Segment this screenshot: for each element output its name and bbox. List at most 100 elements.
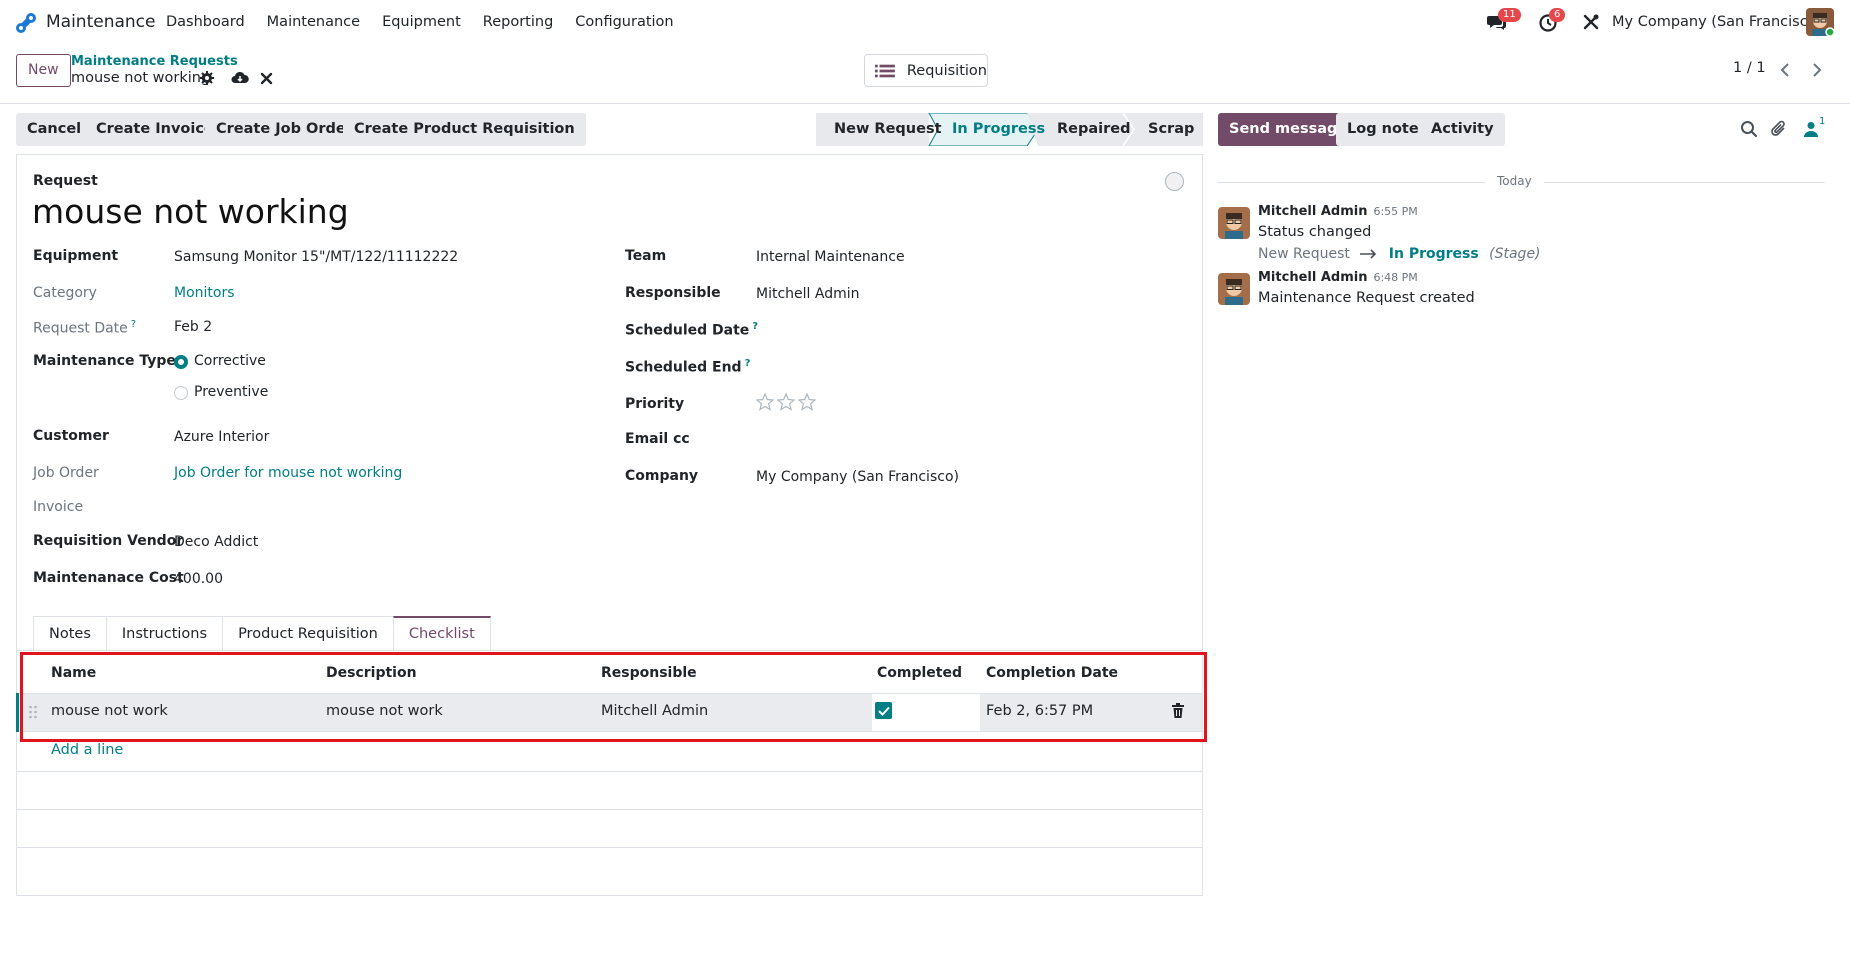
request-title-field[interactable]: mouse not working: [32, 192, 349, 231]
stage-new-request[interactable]: New Request: [834, 121, 942, 137]
scheduled-end-help-icon[interactable]: ?: [745, 358, 751, 369]
message-author[interactable]: Mitchell Admin 6:55 PM: [1258, 204, 1418, 219]
chevron-left-icon: [1780, 63, 1789, 77]
pager-value[interactable]: 1 / 1: [1733, 60, 1766, 76]
tabs-divider: [16, 650, 1203, 651]
menu-configuration[interactable]: Configuration: [575, 14, 673, 30]
request-date-help-icon[interactable]: ?: [131, 319, 136, 330]
date-separator-label: Today: [1485, 174, 1544, 188]
top-navbar: Maintenance Dashboard Maintenance Equipm…: [0, 0, 1850, 46]
maintenance-cost-field[interactable]: 400.00: [174, 571, 223, 587]
message-author[interactable]: Mitchell Admin 6:48 PM: [1258, 270, 1418, 285]
new-button[interactable]: New: [16, 54, 71, 87]
message-time: 6:48 PM: [1373, 271, 1418, 284]
equipment-field[interactable]: Samsung Monitor 15"/MT/122/11112222: [174, 249, 458, 265]
priority-label: Priority: [625, 396, 685, 412]
kanban-state-toggle[interactable]: [1165, 172, 1184, 191]
save-cloud-icon[interactable]: [231, 70, 249, 86]
tab-instructions[interactable]: Instructions: [105, 616, 224, 650]
menu-reporting[interactable]: Reporting: [483, 14, 554, 30]
request-caption: Request: [33, 173, 98, 189]
requisition-vendor-label: Requisition Vendor: [33, 533, 184, 549]
scheduled-date-label-text: Scheduled Date: [625, 322, 750, 339]
gear-icon[interactable]: [199, 70, 215, 86]
priority-star-2-icon[interactable]: [777, 393, 795, 411]
job-order-link[interactable]: Job Order for mouse not working: [174, 465, 402, 481]
discard-close-icon[interactable]: [260, 70, 273, 86]
tab-notes[interactable]: Notes: [33, 616, 107, 650]
company-field[interactable]: My Company (San Francisco): [756, 469, 959, 485]
job-order-label: Job Order: [33, 465, 99, 481]
activities-badge: 6: [1549, 8, 1566, 22]
customer-field[interactable]: Azure Interior: [174, 429, 269, 445]
company-label: Company: [625, 468, 699, 484]
priority-star-3-icon[interactable]: [798, 393, 816, 411]
team-label: Team: [625, 248, 667, 264]
search-icon[interactable]: [1740, 120, 1758, 138]
paperclip-icon[interactable]: [1770, 120, 1788, 138]
log-note-button[interactable]: Log note: [1336, 113, 1430, 146]
priority-stars: [756, 393, 816, 411]
request-date-field[interactable]: Feb 2: [174, 319, 212, 335]
request-date-label: Request Date?: [33, 319, 136, 337]
author-avatar-face-icon: [1218, 207, 1250, 239]
add-a-line-link[interactable]: Add a line: [51, 742, 123, 758]
followers-button[interactable]: 1: [1802, 116, 1832, 138]
messages-badge: 11: [1498, 8, 1521, 22]
menu-dashboard[interactable]: Dashboard: [166, 14, 245, 30]
message-author-name[interactable]: Mitchell Admin: [1258, 204, 1367, 219]
chevron-right-icon: [1813, 63, 1822, 77]
form-sheet: [16, 154, 1203, 896]
tab-checklist[interactable]: Checklist: [392, 616, 491, 650]
team-field[interactable]: Internal Maintenance: [756, 249, 905, 265]
breadcrumb-current: mouse not working: [71, 70, 211, 86]
maintenance-app-icon[interactable]: [14, 11, 38, 35]
author-avatar[interactable]: [1218, 207, 1250, 239]
stage-in-progress[interactable]: In Progress: [952, 121, 1045, 137]
message-time: 6:55 PM: [1373, 205, 1418, 218]
activities-button[interactable]: 6: [1538, 8, 1566, 34]
table-empty-row-divider: [16, 771, 1203, 772]
list-icon: [875, 64, 895, 77]
create-job-order-button[interactable]: Create Job Order: [205, 113, 364, 146]
create-product-requisition-button[interactable]: Create Product Requisition: [343, 113, 586, 146]
preventive-radio[interactable]: [174, 386, 188, 400]
create-invoice-button[interactable]: Create Invoice: [85, 113, 225, 146]
scheduled-end-label: Scheduled End?: [625, 358, 750, 376]
messages-button[interactable]: 11: [1487, 8, 1521, 34]
requisition-vendor-field[interactable]: Deco Addict: [174, 534, 258, 550]
pager-previous-button[interactable]: [1774, 58, 1796, 82]
pager-next-button[interactable]: [1806, 58, 1828, 82]
requisition-smart-button[interactable]: Requisition: [864, 54, 988, 87]
tracking-value: New Request In Progress (Stage): [1258, 246, 1541, 262]
breadcrumb-parent[interactable]: Maintenance Requests: [71, 54, 238, 69]
equipment-label: Equipment: [33, 248, 119, 264]
menu-maintenance[interactable]: Maintenance: [267, 14, 360, 30]
author-avatar[interactable]: [1218, 273, 1250, 305]
debug-tools-icon[interactable]: [1582, 13, 1600, 31]
tab-product-requisition[interactable]: Product Requisition: [222, 616, 394, 650]
scheduled-date-help-icon[interactable]: ?: [752, 321, 758, 332]
follower-person-icon: [1804, 122, 1818, 137]
message-author-name[interactable]: Mitchell Admin: [1258, 270, 1367, 285]
corrective-radio[interactable]: [174, 355, 188, 369]
invoice-label: Invoice: [33, 499, 84, 515]
control-panel: New Maintenance Requests mouse not worki…: [0, 46, 1850, 104]
activity-button[interactable]: Activity: [1420, 113, 1505, 146]
stage-repaired[interactable]: Repaired: [1057, 121, 1131, 137]
scheduled-date-label: Scheduled Date?: [625, 321, 758, 339]
scheduled-end-label-text: Scheduled End: [625, 359, 742, 376]
table-empty-row-divider: [16, 809, 1203, 810]
responsible-field[interactable]: Mitchell Admin: [756, 286, 860, 302]
preventive-option-label[interactable]: Preventive: [194, 384, 268, 400]
user-avatar[interactable]: [1806, 8, 1834, 36]
app-name[interactable]: Maintenance: [46, 12, 155, 32]
company-switcher[interactable]: My Company (San Francisco): [1612, 14, 1822, 30]
priority-star-1-icon[interactable]: [756, 393, 774, 411]
cancel-button[interactable]: Cancel: [16, 113, 93, 146]
category-link[interactable]: Monitors: [174, 285, 235, 301]
date-separator: Today: [1217, 174, 1825, 190]
stage-scrap[interactable]: Scrap: [1148, 121, 1194, 137]
menu-equipment[interactable]: Equipment: [382, 14, 461, 30]
corrective-option-label[interactable]: Corrective: [194, 353, 266, 369]
